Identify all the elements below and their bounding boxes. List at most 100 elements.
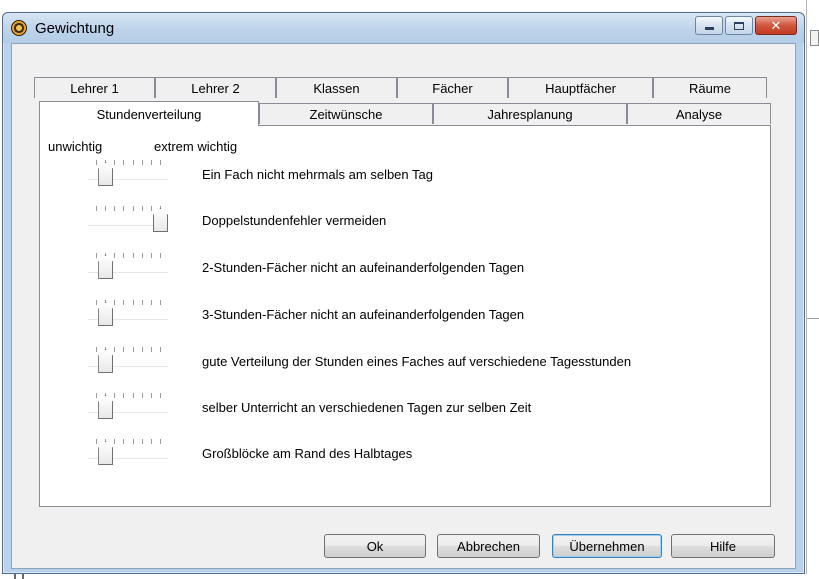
tab-zeitwuensche[interactable]: Zeitwünsche (259, 103, 433, 124)
slider-thumb[interactable] (98, 302, 114, 326)
slider-tick (114, 300, 116, 305)
slider-tick (141, 206, 143, 211)
weight-slider[interactable] (84, 391, 176, 423)
tab-raeume[interactable]: Räume (653, 77, 767, 98)
slider-tick (132, 206, 134, 211)
scale-max-label: extrem wichtig (154, 139, 238, 154)
tab-lehrer-1[interactable]: Lehrer 1 (34, 77, 155, 98)
option-label: selber Unterricht an verschiedenen Tagen… (202, 400, 532, 415)
slider-tick (123, 160, 125, 165)
slider-tick (160, 393, 161, 398)
option-row: 3-Stunden-Fächer nicht an aufeinanderfol… (40, 298, 770, 338)
slider-tick (141, 393, 143, 398)
slider-tick (96, 160, 97, 165)
tab-faecher[interactable]: Fächer (397, 77, 508, 98)
slider-tick (150, 347, 152, 352)
maximize-button[interactable] (725, 16, 753, 35)
background-tick (22, 574, 24, 579)
slider-tick (96, 300, 97, 305)
close-icon: ✕ (770, 17, 782, 33)
weight-slider[interactable] (84, 298, 176, 330)
option-label: Ein Fach nicht mehrmals am selben Tag (202, 167, 433, 182)
slider-thumb[interactable] (153, 208, 168, 232)
slider-tick (150, 160, 152, 165)
slider-tick (160, 300, 161, 305)
slider-tick (96, 253, 97, 258)
apply-button[interactable]: Übernehmen (552, 534, 662, 558)
slider-tick (160, 253, 161, 258)
slider-thumb[interactable] (98, 349, 114, 373)
slider-tick (132, 253, 134, 258)
weight-slider[interactable] (84, 158, 176, 190)
slider-tick (141, 300, 143, 305)
title-bar[interactable]: Gewichtung ✕ (3, 13, 804, 43)
option-row: 2-Stunden-Fächer nicht an aufeinanderfol… (40, 251, 770, 291)
slider-tick (123, 347, 125, 352)
background-control (810, 30, 819, 46)
slider-tick (123, 253, 125, 258)
slider-thumb[interactable] (98, 395, 114, 419)
close-button[interactable]: ✕ (755, 16, 797, 35)
slider-ticks (96, 206, 161, 211)
cancel-button[interactable]: Abbrechen (437, 534, 540, 558)
tab-lehrer-2[interactable]: Lehrer 2 (155, 77, 276, 98)
app-clock-icon (11, 20, 27, 36)
weight-slider[interactable] (84, 251, 176, 283)
maximize-icon (734, 21, 744, 30)
help-button[interactable]: Hilfe (671, 534, 775, 558)
slider-tick (114, 347, 116, 352)
option-row: Doppelstundenfehler vermeiden (40, 204, 770, 244)
slider-tick (132, 160, 134, 165)
background-window-bottom (0, 574, 819, 579)
slider-tick (114, 439, 116, 444)
slider-tick (105, 206, 107, 211)
tab-jahresplanung[interactable]: Jahresplanung (433, 103, 627, 124)
slider-tick (160, 439, 161, 444)
option-row: selber Unterricht an verschiedenen Tagen… (40, 391, 770, 431)
slider-tick (150, 393, 152, 398)
option-label: Doppelstundenfehler vermeiden (202, 213, 387, 228)
slider-tick (132, 439, 134, 444)
ok-button[interactable]: Ok (324, 534, 426, 558)
slider-tick (141, 439, 143, 444)
weight-slider[interactable] (84, 204, 176, 236)
option-label: 2-Stunden-Fächer nicht an aufeinanderfol… (202, 260, 525, 275)
background-divider (807, 318, 819, 319)
slider-tick (132, 347, 134, 352)
slider-tick (150, 439, 152, 444)
option-label: 3-Stunden-Fächer nicht an aufeinanderfol… (202, 307, 525, 322)
slider-tick (132, 393, 134, 398)
slider-tick (123, 439, 125, 444)
tab-stundenverteilung[interactable]: Stundenverteilung (39, 101, 259, 126)
tab-analyse[interactable]: Analyse (627, 103, 771, 124)
option-label: Großblöcke am Rand des Halbtages (202, 446, 413, 461)
minimize-button[interactable] (695, 16, 723, 35)
slider-tick (114, 253, 116, 258)
slider-tick (96, 393, 97, 398)
stundenverteilung-panel: unwichtig extrem wichtig Ein Fach nicht … (39, 125, 771, 507)
scale-min-label: unwichtig (48, 139, 103, 154)
weight-slider[interactable] (84, 437, 176, 469)
dialog-window: Gewichtung ✕ Lehrer 1 Lehrer 2 Klassen F… (2, 12, 805, 574)
slider-tick (114, 393, 116, 398)
slider-tick (114, 206, 116, 211)
slider-tick (141, 347, 143, 352)
slider-tick (160, 347, 161, 352)
slider-tick (141, 253, 143, 258)
caption-buttons: ✕ (693, 16, 797, 36)
background-window-edge (806, 0, 819, 579)
tab-hauptfaecher[interactable]: Hauptfächer (508, 77, 653, 98)
slider-tick (150, 253, 152, 258)
option-row: Ein Fach nicht mehrmals am selben Tag (40, 158, 770, 198)
slider-tick (150, 300, 152, 305)
slider-tick (114, 160, 116, 165)
slider-thumb[interactable] (98, 162, 114, 186)
window-title: Gewichtung (35, 20, 115, 37)
slider-thumb[interactable] (98, 441, 114, 465)
slider-thumb[interactable] (98, 255, 114, 279)
tab-klassen[interactable]: Klassen (276, 77, 397, 98)
minimize-icon (704, 27, 714, 30)
slider-tick (141, 160, 143, 165)
slider-tick (123, 393, 125, 398)
weight-slider[interactable] (84, 345, 176, 377)
